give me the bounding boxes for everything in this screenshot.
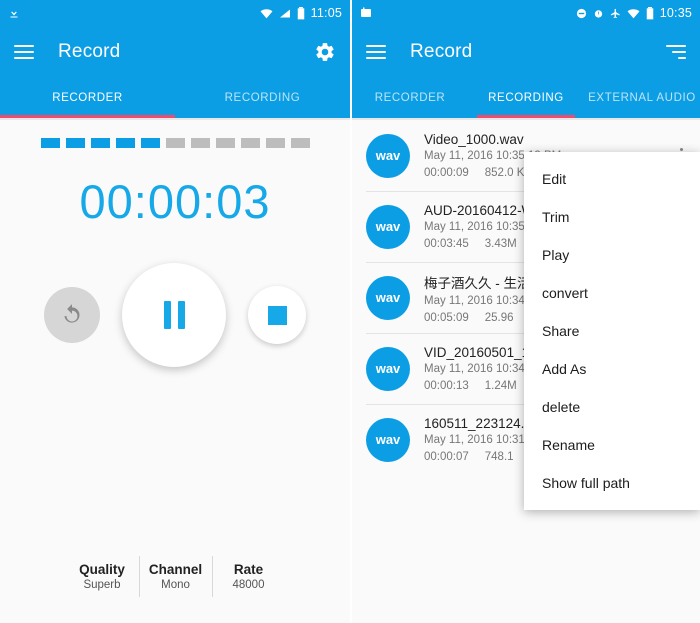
restart-button[interactable] [44,287,100,343]
screenshot-root: 11:05 Record RECORDER RECORDING 00:00:03… [0,0,700,623]
left-app-title: Record [58,41,121,62]
battery-icon [646,6,654,20]
left-screen: 11:05 Record RECORDER RECORDING 00:00:03… [0,0,350,623]
tab-recorder-label: RECORDER [52,92,123,104]
menu-item-play[interactable]: Play [524,236,700,274]
right-app-bar: Record [352,26,700,78]
right-screen: 10:35 Record RECORDER RECORDING EXTERNAL… [350,0,700,623]
recording-duration: 00:03:45 [424,238,469,250]
menu-item-delete[interactable]: delete [524,388,700,426]
right-status-bar: 10:35 [352,0,700,26]
alarm-icon [593,8,604,19]
stop-icon [267,305,287,325]
setting-channel-label: Channel [148,562,203,577]
recording-duration: 00:00:07 [424,451,469,463]
avatar: wav [366,346,410,391]
level-meter [0,120,350,148]
dnd-icon [576,8,587,19]
tab-external-audio-label: EXTERNAL AUDIO [588,92,696,104]
gear-icon[interactable] [314,41,336,63]
recording-duration: 00:05:09 [424,311,469,324]
airplane-icon [610,8,621,19]
setting-rate-label: Rate [233,562,264,577]
recording-size: 1.24M [484,380,517,392]
recorder-panel: 00:00:03 Quality Superb Channel Mono Rat… [0,120,350,623]
menu-item-show-full-path[interactable]: Show full path [524,464,700,502]
setting-quality-label: Quality [79,562,125,577]
tab-recorder[interactable]: RECORDER [352,78,468,118]
hamburger-icon[interactable] [366,45,386,59]
setting-channel[interactable]: Channel Mono [138,556,212,597]
tab-external-audio[interactable]: EXTERNAL AUDIO [584,78,700,118]
recordings-list: wav Video_1000.wav May 11, 2016 10:35:13… [352,120,700,623]
avatar: wav [366,417,410,462]
right-app-title: Record [410,41,473,62]
tab-recording[interactable]: RECORDING [175,78,350,118]
stop-button[interactable] [248,286,306,344]
menu-item-convert[interactable]: convert [524,274,700,312]
tab-recording-label: RECORDING [488,92,564,104]
recorder-controls [0,263,350,367]
signal-icon [279,8,291,19]
download-icon [8,7,20,19]
tab-recording-label: RECORDING [224,92,301,104]
pause-button[interactable] [122,263,226,367]
menu-item-rename[interactable]: Rename [524,426,700,464]
setting-quality-value: Superb [83,579,121,591]
right-tab-bar: RECORDER RECORDING EXTERNAL AUDIO [352,78,700,118]
tab-recording[interactable]: RECORDING [468,78,584,118]
battery-icon [297,6,305,20]
left-status-bar: 11:05 [0,0,350,26]
tab-recorder-label: RECORDER [374,92,446,104]
recording-duration: 00:00:13 [424,380,469,392]
recording-size: 748.1 [484,451,514,463]
recording-settings: Quality Superb Channel Mono Rate 48000 [0,556,350,597]
avatar: wav [366,275,410,320]
right-status-time: 10:35 [659,6,692,20]
hamburger-icon[interactable] [14,45,34,59]
wifi-icon [627,8,640,19]
setting-rate-value: 48000 [232,579,265,591]
context-menu: Edit Trim Play convert Share Add As dele… [524,152,700,510]
pause-icon [163,301,185,329]
recording-title: Video_1000.wav [424,132,524,147]
avatar: wav [366,133,410,178]
setting-rate[interactable]: Rate 48000 [211,556,285,597]
avatar: wav [366,204,410,249]
menu-item-add-as[interactable]: Add As [524,350,700,388]
left-tab-bar: RECORDER RECORDING [0,78,350,118]
wifi-icon [260,8,273,19]
left-status-time: 11:05 [310,6,342,20]
left-app-bar: Record [0,26,350,78]
menu-item-edit[interactable]: Edit [524,160,700,198]
restart-icon [64,304,80,323]
tab-recorder[interactable]: RECORDER [0,78,175,118]
menu-item-trim[interactable]: Trim [524,198,700,236]
recording-duration: 00:00:09 [424,167,469,179]
menu-item-share[interactable]: Share [524,312,700,350]
sort-icon[interactable] [666,45,686,59]
recording-size: 3.43M [484,238,517,250]
setting-quality[interactable]: Quality Superb [65,556,139,597]
app-icon [360,7,372,19]
setting-channel-value: Mono [161,579,190,591]
recording-timer: 00:00:03 [79,175,271,228]
recording-size: 25.96 [484,311,514,324]
